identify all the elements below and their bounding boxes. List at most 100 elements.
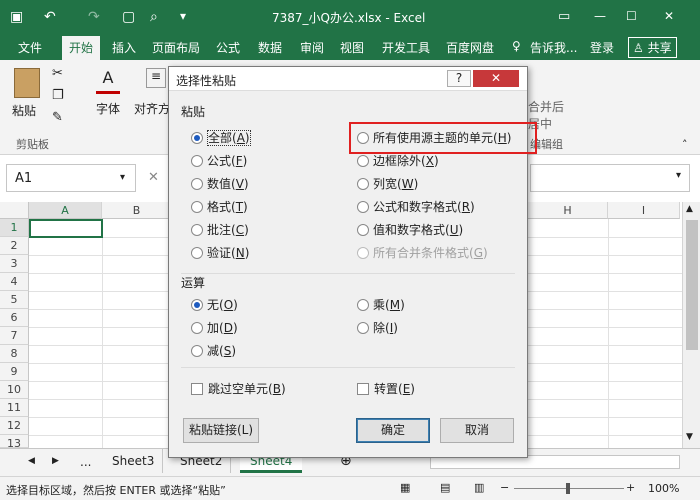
row-header-13[interactable]: 13: [0, 435, 29, 450]
radio-paste-validation[interactable]: 验证(N): [191, 244, 249, 262]
cancel-formula-icon[interactable]: ✕: [148, 170, 159, 185]
radio-paste-formulas[interactable]: 公式(F): [191, 152, 247, 170]
ok-button[interactable]: 确定: [356, 418, 430, 443]
zoom-out-icon[interactable]: −: [500, 481, 509, 494]
tab-page-layout[interactable]: 页面布局: [152, 39, 200, 56]
radio-paste-column-widths[interactable]: 列宽(W): [357, 175, 418, 193]
row-header-1[interactable]: 1: [0, 219, 29, 237]
checkbox-transpose[interactable]: 转置(E): [357, 380, 415, 398]
radio-indicator: [357, 247, 369, 259]
help-button[interactable]: ?: [447, 70, 471, 87]
undo-icon[interactable]: ↶: [44, 9, 56, 25]
row-header-9[interactable]: 9: [0, 363, 29, 381]
column-header-h[interactable]: H: [528, 202, 608, 219]
radio-paste-values-number-formats[interactable]: 值和数字格式(U): [357, 221, 463, 239]
zoom-in-icon[interactable]: +: [626, 481, 635, 494]
ribbon-display-icon[interactable]: ▭: [558, 9, 570, 24]
row-header-2[interactable]: 2: [0, 237, 29, 255]
copy-icon[interactable]: ❐: [52, 88, 64, 103]
tab-review[interactable]: 审阅: [300, 39, 324, 56]
column-header-b[interactable]: B: [102, 202, 172, 219]
minimize-icon[interactable]: —: [594, 9, 606, 23]
font-button-label[interactable]: 字体: [96, 100, 120, 117]
row-header-10[interactable]: 10: [0, 381, 29, 399]
row-header-11[interactable]: 11: [0, 399, 29, 417]
zoom-level[interactable]: 100%: [648, 482, 679, 495]
format-painter-icon[interactable]: ✎: [52, 110, 63, 125]
row-header-5[interactable]: 5: [0, 291, 29, 309]
close-icon[interactable]: ✕: [473, 70, 519, 87]
tab-insert[interactable]: 插入: [112, 39, 136, 56]
page-break-view-icon[interactable]: ▥: [474, 481, 484, 494]
scroll-up-icon[interactable]: ▲: [686, 204, 693, 214]
radio-op-divide[interactable]: 除(I): [357, 319, 398, 337]
print-preview-icon[interactable]: ⌕: [150, 9, 158, 25]
redo-icon[interactable]: ↷: [88, 9, 100, 25]
radio-paste-formats[interactable]: 格式(T): [191, 198, 248, 216]
radio-paste-merge-conditional-formats[interactable]: 所有合并条件格式(G): [357, 244, 488, 262]
option-label: 乘(M): [373, 298, 405, 312]
expand-formula-icon[interactable]: ▾: [676, 170, 681, 181]
tab-view[interactable]: 视图: [340, 39, 364, 56]
select-all-corner[interactable]: [0, 202, 29, 219]
row-header-12[interactable]: 12: [0, 417, 29, 435]
radio-op-subtract[interactable]: 减(S): [191, 342, 236, 360]
row-header-7[interactable]: 7: [0, 327, 29, 345]
tell-me-icon[interactable]: ♀: [512, 39, 521, 53]
tab-baidu-netdisk[interactable]: 百度网盘: [446, 39, 494, 56]
scroll-down-icon[interactable]: ▼: [686, 432, 693, 442]
align-icon[interactable]: ≡: [146, 68, 166, 88]
collapse-ribbon-icon[interactable]: ˄: [682, 138, 688, 151]
option-label: 无(O): [207, 298, 238, 312]
column-header-a[interactable]: A: [29, 202, 102, 219]
share-button[interactable]: ♙ 共享: [628, 37, 677, 58]
checkbox-skip-blanks[interactable]: 跳过空单元(B): [191, 380, 286, 398]
sheet-tab-sheet3[interactable]: Sheet3: [104, 449, 164, 473]
name-box[interactable]: A1: [6, 164, 136, 192]
sign-in-link[interactable]: 登录: [590, 39, 614, 56]
normal-view-icon[interactable]: ▦: [400, 481, 410, 494]
row-header-3[interactable]: 3: [0, 255, 29, 273]
row-header-6[interactable]: 6: [0, 309, 29, 327]
prev-sheet-icon[interactable]: ◀: [28, 456, 35, 466]
tab-file[interactable]: 文件: [18, 39, 42, 56]
tab-data[interactable]: 数据: [258, 39, 282, 56]
radio-op-multiply[interactable]: 乘(M): [357, 296, 405, 314]
tab-developer[interactable]: 开发工具: [382, 39, 430, 56]
close-icon[interactable]: ✕: [664, 9, 674, 23]
scrollbar-thumb[interactable]: [686, 220, 698, 350]
formula-input[interactable]: [530, 164, 690, 192]
radio-op-add[interactable]: 加(D): [191, 319, 238, 337]
vertical-scrollbar[interactable]: ▲ ▼: [682, 202, 700, 448]
more-sheets-button[interactable]: ...: [80, 455, 91, 469]
radio-paste-values[interactable]: 数值(V): [191, 175, 249, 193]
paste-link-button[interactable]: 粘贴链接(L): [183, 418, 259, 443]
cancel-button[interactable]: 取消: [440, 418, 514, 443]
font-icon[interactable]: A: [96, 68, 120, 94]
column-header-i[interactable]: I: [608, 202, 680, 219]
tell-me-search[interactable]: 告诉我...: [530, 39, 577, 56]
row-header-4[interactable]: 4: [0, 273, 29, 291]
name-box-dropdown-icon[interactable]: ▾: [120, 172, 125, 183]
active-cell-a1[interactable]: [29, 219, 103, 238]
qat-dropdown-icon[interactable]: ▾: [180, 9, 186, 23]
row-header-8[interactable]: 8: [0, 345, 29, 363]
next-sheet-icon[interactable]: ▶: [52, 456, 59, 466]
page-layout-view-icon[interactable]: ▤: [440, 481, 450, 494]
operation-section-label: 运算: [181, 276, 206, 290]
radio-paste-no-borders[interactable]: 边框除外(X): [357, 152, 439, 170]
radio-op-none[interactable]: 无(O): [191, 296, 238, 314]
tab-home[interactable]: 开始: [62, 36, 101, 60]
tab-formulas[interactable]: 公式: [216, 39, 240, 56]
dialog-title-bar: 选择性粘贴 ? ✕: [169, 67, 527, 91]
radio-paste-comments[interactable]: 批注(C): [191, 221, 249, 239]
maximize-icon[interactable]: ☐: [626, 9, 637, 23]
paste-icon[interactable]: [14, 68, 40, 98]
save-icon[interactable]: ▣: [10, 9, 23, 25]
new-file-icon[interactable]: ▢: [122, 9, 135, 25]
cut-icon[interactable]: ✂: [52, 66, 63, 81]
paste-button-label[interactable]: 粘贴: [12, 102, 36, 119]
radio-paste-all[interactable]: 全部(A): [191, 129, 251, 147]
zoom-slider-handle[interactable]: [566, 483, 570, 494]
radio-paste-formulas-number-formats[interactable]: 公式和数字格式(R): [357, 198, 475, 216]
